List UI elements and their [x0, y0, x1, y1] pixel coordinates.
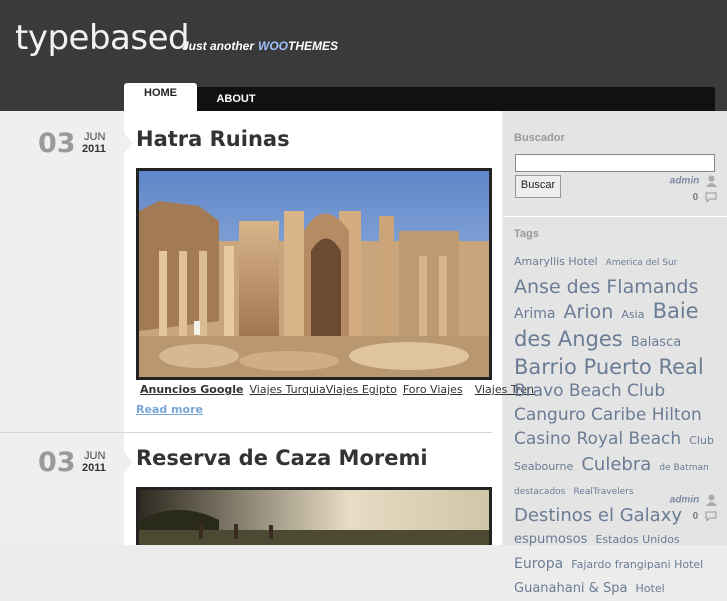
tag-link[interactable]: Arion	[564, 301, 614, 323]
nav-home[interactable]: HOME	[124, 83, 197, 111]
post-year: 2011	[82, 462, 106, 474]
ad-link[interactable]: Viajes Egipto	[326, 383, 397, 396]
tag-link[interactable]: Bravo Beach Club	[514, 381, 665, 401]
post-day: 03	[38, 447, 76, 478]
hatra-ruins-image	[139, 171, 489, 377]
user-icon	[706, 175, 717, 187]
widget-divider	[503, 216, 727, 217]
site-header: typebased Just another WOOTHEMES HOME ABO…	[0, 0, 727, 111]
read-more-link[interactable]: Read more	[136, 403, 203, 416]
date-arrow	[124, 452, 133, 472]
comment-count[interactable]: 0	[693, 192, 699, 203]
post-meta-column	[0, 111, 125, 545]
post-image[interactable]	[136, 168, 492, 380]
ads-label[interactable]: Anuncios Google	[140, 383, 243, 396]
nav-about[interactable]: ABOUT	[206, 87, 266, 111]
search-button[interactable]: Buscar	[515, 175, 561, 198]
tag-link[interactable]: Casino Royal Beach	[514, 429, 681, 449]
tag-link[interactable]: America del Sur	[606, 258, 678, 268]
tag-link[interactable]: Guanahani & Spa	[514, 581, 627, 596]
tag-link[interactable]: Anse des Flamands	[514, 276, 698, 298]
tag-link[interactable]: Estados Unidos	[595, 533, 679, 546]
post-year: 2011	[82, 143, 106, 155]
post-separator	[0, 432, 492, 433]
tag-link[interactable]: Canguro Caribe Hilton	[514, 405, 702, 425]
post-month: JUN	[84, 131, 106, 143]
post-month: JUN	[84, 450, 106, 462]
site-tagline: Just another WOOTHEMES	[182, 39, 338, 53]
author-name[interactable]: admin	[670, 176, 699, 187]
tag-link[interactable]: Destinos el Galaxy	[514, 505, 682, 526]
tag-link[interactable]: Barrio Puerto Real	[514, 355, 704, 379]
tag-cloud: Amaryllis Hotel America del Sur Anse des…	[514, 250, 719, 601]
main-nav: HOME ABOUT	[124, 83, 715, 111]
tagline-prefix: Just another	[182, 39, 255, 53]
comment-icon	[705, 192, 717, 203]
google-ads-bar: Anuncios Google Viajes TurquiaViajes Egip…	[140, 383, 540, 396]
tag-link[interactable]: Europa	[514, 556, 563, 572]
tag-link[interactable]: Fajardo frangipani Hotel	[571, 558, 703, 571]
post-title[interactable]: Hatra Ruinas	[136, 127, 290, 151]
date-arrow	[124, 133, 133, 153]
ad-link[interactable]: Foro Viajes	[403, 383, 463, 396]
search-input[interactable]	[515, 154, 715, 172]
tag-link[interactable]: Arima	[514, 306, 555, 322]
post-comments[interactable]: 0	[693, 192, 717, 203]
tagline-suffix: THEMES	[288, 39, 339, 53]
tag-link[interactable]: Hotel	[636, 582, 665, 595]
ad-link[interactable]: Viajes Turquia	[249, 383, 325, 396]
tag-link[interactable]: Culebra	[581, 454, 651, 475]
tag-link[interactable]: Amaryllis Hotel	[514, 255, 598, 268]
tag-link[interactable]: Balasca	[631, 335, 681, 350]
post-author[interactable]: admin	[670, 175, 717, 187]
post-image[interactable]	[136, 487, 492, 545]
woo-logo: WOO	[258, 39, 289, 53]
tag-link[interactable]: RealTravelers	[573, 487, 633, 497]
post-title[interactable]: Reserva de Caza Moremi	[136, 446, 428, 470]
site-logo[interactable]: typebased	[15, 18, 190, 58]
post-day: 03	[38, 128, 76, 159]
tag-link[interactable]: Asia	[621, 308, 644, 321]
search-widget-title: Buscador	[514, 132, 565, 144]
tags-widget-title: Tags	[514, 228, 539, 240]
moremi-image	[139, 490, 489, 545]
